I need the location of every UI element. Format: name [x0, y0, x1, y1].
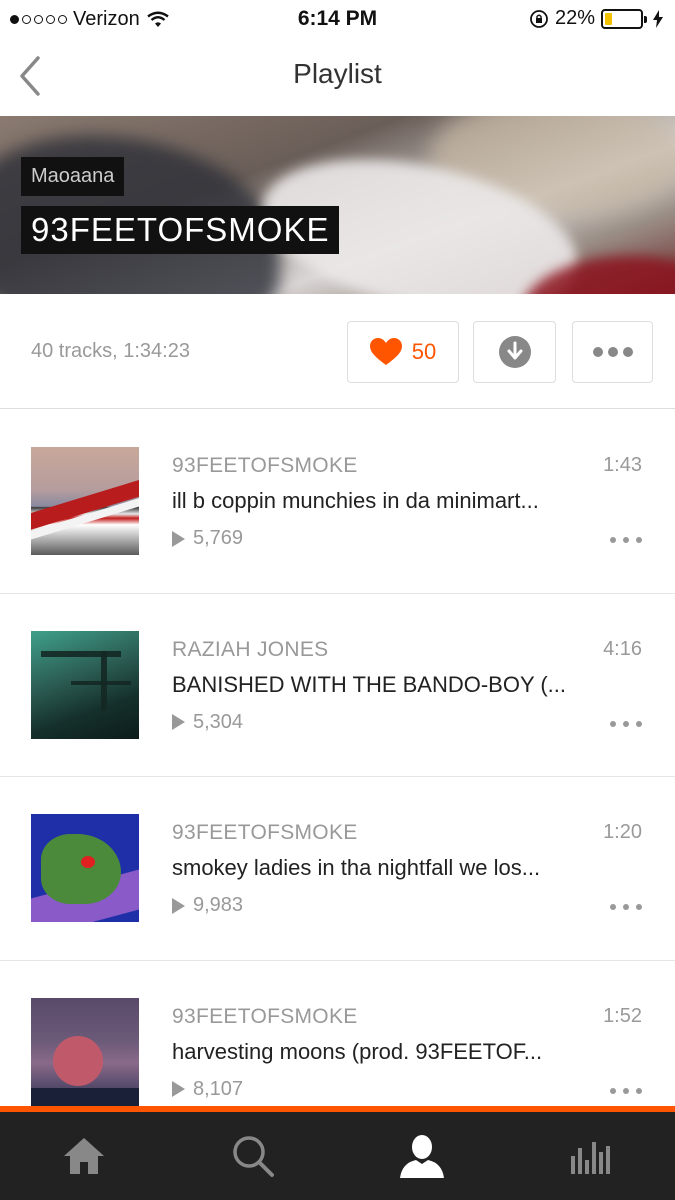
tab-profile[interactable]: [338, 1112, 507, 1200]
profile-icon: [399, 1135, 444, 1178]
track-duration: 1:43: [603, 454, 642, 476]
track-title: harvesting moons (prod. 93FEETOF...: [172, 1038, 543, 1064]
track-plays: 5,304: [172, 711, 243, 734]
like-count: 50: [411, 339, 437, 364]
track-list: 93FEETOFSMOKE 1:43 ill b coppin munchies…: [0, 410, 675, 1144]
track-title: ill b coppin munchies in da minimart...: [172, 488, 539, 513]
play-count-icon: [172, 714, 185, 730]
track-plays: 9,983: [172, 894, 243, 917]
play-count-icon: [172, 530, 185, 547]
orientation-lock-icon: [530, 9, 548, 28]
battery-percent: 22%: [554, 7, 595, 29]
track-title: smokey ladies in tha nightfall we los...: [172, 855, 541, 880]
search-icon: [233, 1136, 275, 1177]
like-button[interactable]: 50: [347, 321, 459, 383]
track-more-button[interactable]: [610, 901, 642, 913]
page-title: Playlist: [293, 58, 382, 89]
tab-search[interactable]: [169, 1112, 338, 1200]
track-plays: 5,769: [172, 527, 243, 550]
play-count: 5,769: [193, 527, 244, 549]
track-duration: 1:20: [603, 821, 642, 843]
tab-stream[interactable]: [506, 1112, 675, 1200]
track-title: BANISHED WITH THE BANDO-BOY (...: [172, 671, 567, 697]
status-bar: Verizon 6:14 PM 22%: [0, 0, 675, 38]
charging-icon: [653, 9, 663, 28]
download-button[interactable]: [473, 321, 556, 383]
more-options-button[interactable]: [572, 321, 653, 383]
playlist-actions-row: 40 tracks, 1:34:23 50: [0, 294, 675, 409]
playlist-artwork: [0, 116, 675, 294]
track-row[interactable]: 93FEETOFSMOKE 1:43 ill b coppin munchies…: [0, 410, 675, 594]
track-user[interactable]: 93FEETOFSMOKE: [172, 454, 358, 478]
track-duration: 1:52: [603, 1004, 642, 1027]
battery-info: 22%: [529, 7, 663, 30]
play-count: 8,107: [193, 1077, 244, 1100]
track-plays: 8,107: [172, 1078, 243, 1101]
track-artwork: [31, 630, 139, 739]
play-count-icon: [172, 897, 185, 914]
track-user[interactable]: 93FEETOFSMOKE: [172, 1005, 358, 1029]
track-artwork: [31, 997, 139, 1106]
track-count-duration: 40 tracks, 1:34:23: [31, 340, 190, 362]
track-row[interactable]: 93FEETOFSMOKE 1:20 smokey ladies in tha …: [0, 777, 675, 961]
tab-bar: [0, 1106, 675, 1200]
track-user[interactable]: RAZIAH JONES: [172, 638, 328, 662]
playlist-title: 93FEETOFSMOKE: [21, 206, 340, 254]
navigation-bar: Playlist: [0, 38, 675, 116]
heart-icon: [369, 338, 402, 365]
track-duration: 4:16: [603, 637, 642, 660]
track-user[interactable]: 93FEETOFSMOKE: [172, 821, 358, 845]
stream-icon: [570, 1142, 610, 1174]
home-icon: [64, 1138, 105, 1174]
play-count-icon: [172, 1081, 185, 1097]
track-more-button[interactable]: [610, 718, 642, 730]
battery-icon: [601, 8, 647, 29]
track-artwork: [31, 447, 139, 555]
track-more-button[interactable]: [610, 1085, 642, 1097]
play-count: 5,304: [193, 710, 244, 733]
track-artwork: [31, 814, 139, 922]
tab-home[interactable]: [0, 1112, 169, 1200]
track-row[interactable]: RAZIAH JONES 4:16 BANISHED WITH THE BAND…: [0, 594, 675, 777]
more-icon: [592, 347, 633, 357]
playlist-artist-label[interactable]: Maoaana: [21, 157, 125, 196]
download-icon: [498, 336, 531, 368]
track-more-button[interactable]: [610, 534, 642, 546]
play-count: 9,983: [193, 894, 244, 916]
